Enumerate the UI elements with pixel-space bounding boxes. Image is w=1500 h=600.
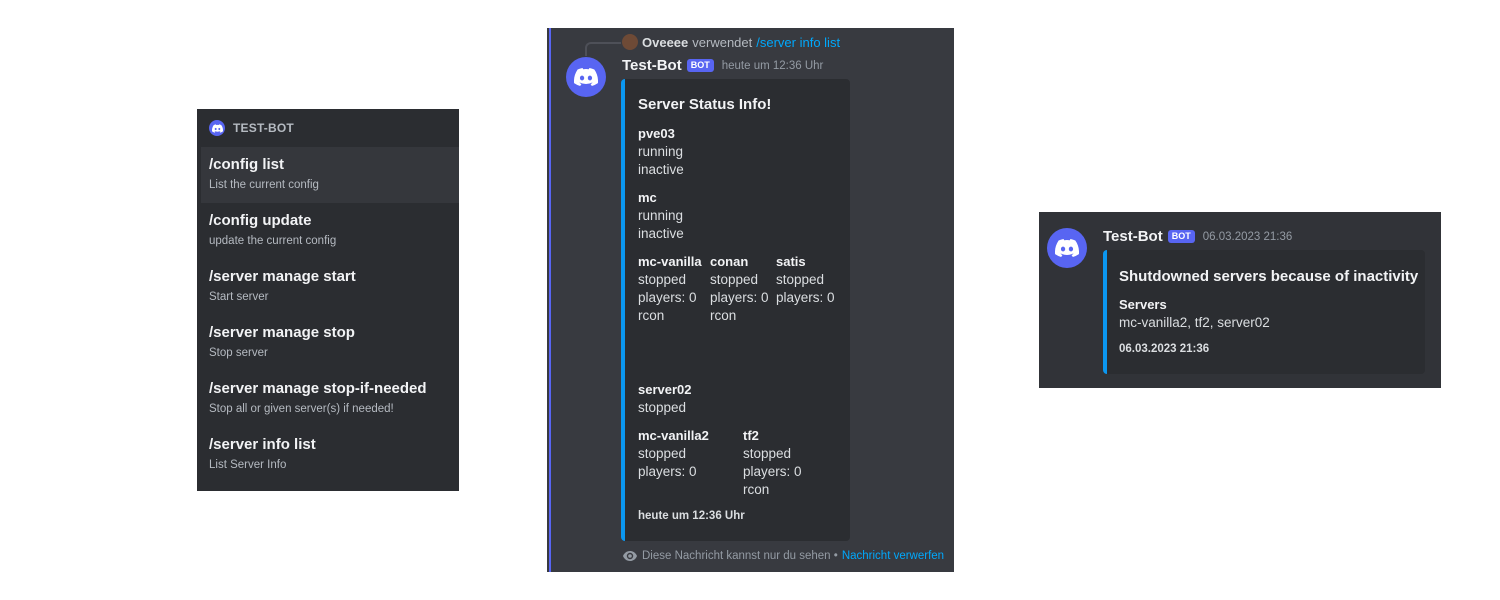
message-header: Test-Bot BOT 06.03.2023 21:36 <box>1103 228 1292 245</box>
embed-field-satis: satis stopped players: 0 <box>776 253 835 307</box>
command-name: /server manage stop-if-needed <box>209 380 427 397</box>
command-name: /server manage stop <box>209 324 355 341</box>
command-description: Stop all or given server(s) if needed! <box>209 403 394 415</box>
author-name[interactable]: Test-Bot <box>622 57 682 74</box>
reply-spine <box>585 42 621 56</box>
bot-tag: BOT <box>686 59 714 72</box>
embed-field-conan: conan stopped players: 0 rcon <box>710 253 769 325</box>
command-name: /server manage start <box>209 268 356 285</box>
embed-title: Shutdowned servers because of inactivity <box>1119 268 1419 285</box>
embed-footer: 06.03.2023 21:36 <box>1119 343 1210 355</box>
command-item-config-update[interactable]: /config update update the current config <box>197 203 459 259</box>
message-timestamp: heute um 12:36 Uhr <box>721 59 824 72</box>
field-name: conan <box>710 254 749 269</box>
field-line: players: 0 <box>638 464 697 479</box>
command-autocomplete-panel: TEST-BOT /config list List the current c… <box>197 109 459 491</box>
embed-field-mc: mc running inactive <box>638 189 684 243</box>
message-header: Test-Bot BOT heute um 12:36 Uhr <box>622 57 823 74</box>
command-panel-bot-name: TEST-BOT <box>233 121 294 135</box>
dismiss-message-link[interactable]: Nachricht verwerfen <box>842 550 944 562</box>
field-name: mc-vanilla2 <box>638 428 709 443</box>
ephemeral-notice: Diese Nachricht kannst nur du sehen • Na… <box>623 550 944 562</box>
command-description: Start server <box>209 291 269 303</box>
field-line: mc-vanilla2, tf2, server02 <box>1119 315 1270 330</box>
command-description: Stop server <box>209 347 268 359</box>
user-avatar[interactable] <box>622 34 638 50</box>
field-line: running <box>638 208 684 223</box>
bot-tag: BOT <box>1167 230 1195 243</box>
eye-icon <box>623 551 637 561</box>
command-item-config-list[interactable]: /config list List the current config <box>201 147 459 203</box>
reply-command-link[interactable]: /server info list <box>756 35 840 50</box>
field-name: server02 <box>638 382 692 397</box>
embed-field-server02: server02 stopped <box>638 381 692 417</box>
ephemeral-text: Diese Nachricht kannst nur du sehen • <box>642 550 838 562</box>
embed-field-servers: Servers mc-vanilla2, tf2, server02 <box>1119 296 1270 332</box>
command-panel-header: TEST-BOT <box>197 109 459 147</box>
embed-field-mc-vanilla2: mc-vanilla2 stopped players: 0 <box>638 427 709 481</box>
bot-avatar[interactable] <box>566 57 606 97</box>
server-info-message: Oveeee verwendet /server info list Test-… <box>547 28 954 572</box>
field-line: stopped <box>710 272 759 287</box>
author-name[interactable]: Test-Bot <box>1103 228 1163 245</box>
field-line: inactive <box>638 162 684 177</box>
field-name: satis <box>776 254 806 269</box>
field-name: tf2 <box>743 428 759 443</box>
field-line: rcon <box>743 482 770 497</box>
reply-verb: verwendet <box>692 34 753 50</box>
command-item-server-manage-stop[interactable]: /server manage stop Stop server <box>197 315 459 371</box>
field-name: mc <box>638 190 657 205</box>
message-timestamp: 06.03.2023 21:36 <box>1202 230 1293 243</box>
embed-field-mc-vanilla: mc-vanilla stopped players: 0 rcon <box>638 253 702 325</box>
field-line: stopped <box>743 446 792 461</box>
field-line: players: 0 <box>710 290 769 305</box>
embed-field-pve03: pve03 running inactive <box>638 125 684 179</box>
discord-logo-icon <box>209 120 225 136</box>
highlight-bar <box>549 28 551 572</box>
shutdown-embed: Shutdowned servers because of inactivity… <box>1103 250 1425 374</box>
field-name: mc-vanilla <box>638 254 702 269</box>
command-item-server-manage-start[interactable]: /server manage start Start server <box>197 259 459 315</box>
field-line: players: 0 <box>776 290 835 305</box>
field-line: players: 0 <box>638 290 697 305</box>
field-line: players: 0 <box>743 464 802 479</box>
command-name: /server info list <box>209 436 316 453</box>
embed-field-tf2: tf2 stopped players: 0 rcon <box>743 427 802 499</box>
command-description: List Server Info <box>209 459 287 471</box>
field-line: stopped <box>776 272 825 287</box>
shutdown-message: Test-Bot BOT 06.03.2023 21:36 Shutdowned… <box>1039 212 1441 388</box>
embed-footer: heute um 12:36 Uhr <box>638 510 745 522</box>
field-line: rcon <box>710 308 737 323</box>
command-item-server-info-list[interactable]: /server info list List Server Info <box>197 427 459 483</box>
field-name: pve03 <box>638 126 675 141</box>
reply-reference[interactable]: Oveeee verwendet /server info list <box>622 34 840 50</box>
field-line: stopped <box>638 400 687 415</box>
command-item-server-manage-stop-if-needed[interactable]: /server manage stop-if-needed Stop all o… <box>197 371 459 427</box>
bot-avatar[interactable] <box>1047 228 1087 268</box>
reply-username[interactable]: Oveeee <box>642 35 688 50</box>
field-line: rcon <box>638 308 665 323</box>
field-line: running <box>638 144 684 159</box>
discord-logo-icon <box>574 68 598 86</box>
field-line: stopped <box>638 446 687 461</box>
embed-title: Server Status Info! <box>638 96 772 113</box>
command-description: List the current config <box>209 179 319 191</box>
command-name: /config update <box>209 212 312 229</box>
field-line: inactive <box>638 226 684 241</box>
command-name: /config list <box>209 156 284 173</box>
server-status-embed: Server Status Info! pve03 running inacti… <box>621 79 850 541</box>
field-line: stopped <box>638 272 687 287</box>
discord-logo-icon <box>1055 239 1079 257</box>
field-name: Servers <box>1119 297 1167 312</box>
command-description: update the current config <box>209 235 337 247</box>
